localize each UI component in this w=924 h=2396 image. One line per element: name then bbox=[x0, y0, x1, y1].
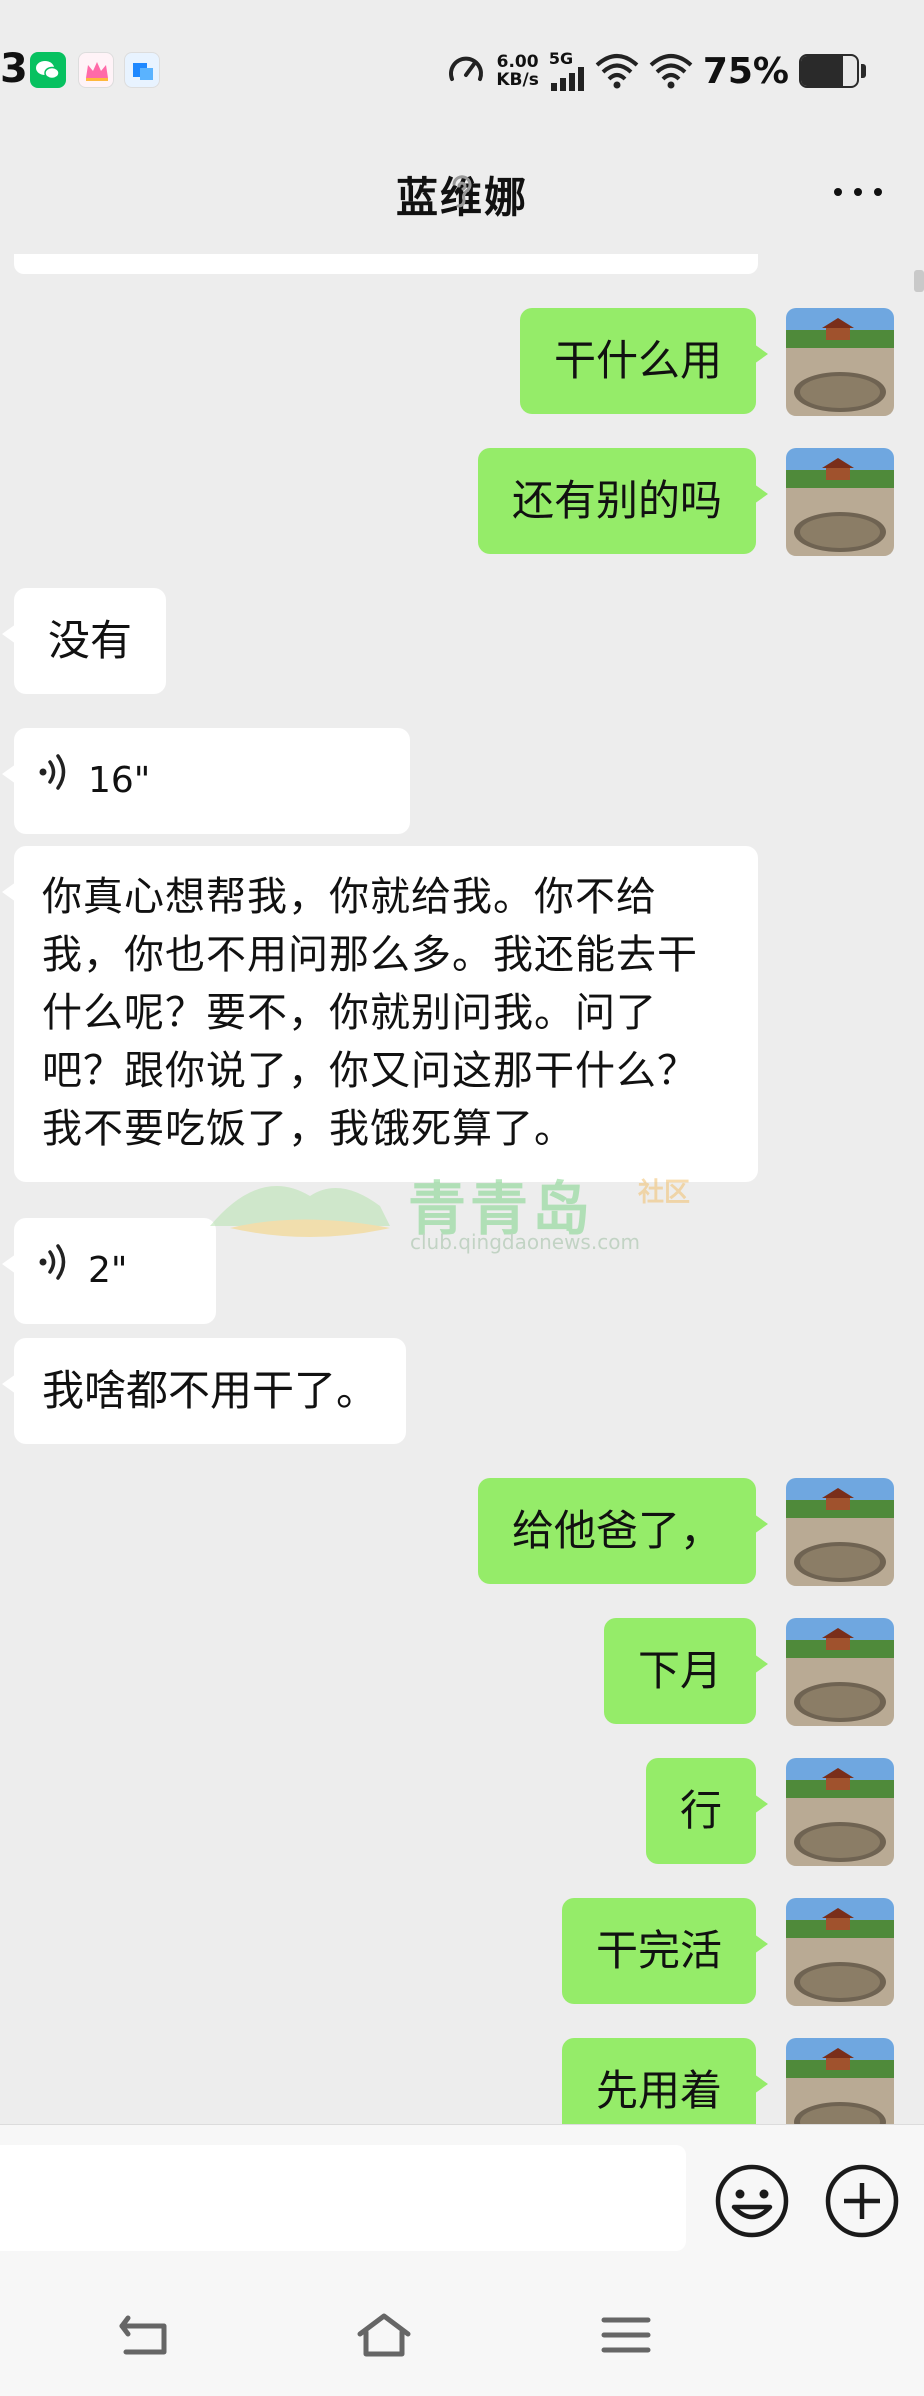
message-bubble-outgoing[interactable]: 给他爸了， bbox=[477, 1478, 769, 1584]
message-bubble-incoming[interactable]: 没有 bbox=[1, 588, 167, 694]
speed-value: 6.00 bbox=[496, 52, 539, 72]
message-bubble-incoming[interactable]: 你真心想帮我，你就给我。你不给我，你也不用问那么多。我还能去干什么呢？要不，你就… bbox=[2, 846, 758, 1182]
message-input[interactable] bbox=[0, 2145, 686, 2251]
message-row: 先用着 bbox=[0, 2038, 924, 2124]
more-icon[interactable] bbox=[834, 188, 882, 196]
status-left-text: 3 bbox=[0, 46, 28, 92]
chat-header: 蓝维娜 bbox=[0, 130, 924, 254]
wifi-icon-secondary bbox=[649, 53, 693, 89]
watermark-sub: 社区 bbox=[638, 1178, 691, 1208]
battery-icon bbox=[799, 54, 859, 88]
message-bubble-outgoing[interactable]: 还有别的吗 bbox=[477, 448, 769, 554]
voice-duration: 2" bbox=[88, 1250, 128, 1291]
avatar[interactable] bbox=[786, 1478, 894, 1586]
message-row: 下月 bbox=[0, 1618, 924, 1726]
message-row: 给他爸了， bbox=[0, 1478, 924, 1586]
avatar[interactable] bbox=[786, 1618, 894, 1726]
ear-icon bbox=[446, 170, 476, 214]
blue-app-icon bbox=[124, 52, 160, 88]
avatar[interactable] bbox=[786, 1898, 894, 2006]
status-bar: 3 6.00 KB/s 5G 75% bbox=[0, 0, 924, 130]
plus-icon[interactable] bbox=[824, 2163, 900, 2239]
speed-unit: KB/s bbox=[496, 70, 539, 90]
speedometer-icon bbox=[446, 51, 486, 91]
message-bubble-outgoing[interactable]: 先用着 bbox=[561, 2038, 769, 2124]
message-row: 16" bbox=[0, 728, 924, 836]
wifi-icon bbox=[595, 53, 639, 89]
emoji-icon[interactable] bbox=[714, 2163, 790, 2239]
network-type: 5G bbox=[548, 49, 574, 68]
watermark: 青青岛 社区 club.qingdaonews.com bbox=[200, 1148, 720, 1268]
network-speed: 6.00 KB/s bbox=[496, 53, 538, 89]
message-bubble-incoming[interactable]: 我啥都不用干了。 bbox=[1, 1338, 407, 1444]
message-bubble-outgoing[interactable]: 干什么用 bbox=[519, 308, 769, 414]
message-row: 你真心想帮我，你就给我。你不给我，你也不用问那么多。我还能去干什么呢？要不，你就… bbox=[0, 846, 924, 1186]
watermark-url: club.qingdaonews.com bbox=[410, 1230, 640, 1254]
voice-message-bubble[interactable]: 2" bbox=[2, 1218, 216, 1324]
menu-icon[interactable] bbox=[596, 2310, 656, 2360]
voice-duration: 16" bbox=[88, 760, 151, 801]
avatar[interactable] bbox=[786, 2038, 894, 2124]
avatar[interactable] bbox=[786, 308, 894, 416]
message-row: 干什么用 bbox=[0, 308, 924, 416]
voice-message-bubble[interactable]: 16" bbox=[2, 728, 410, 834]
avatar[interactable] bbox=[786, 448, 894, 556]
message-bubble-outgoing[interactable]: 下月 bbox=[603, 1618, 769, 1724]
message-row: 我啥都不用干了。 bbox=[0, 1338, 924, 1446]
message-bubble-outgoing[interactable]: 行 bbox=[645, 1758, 769, 1864]
battery-cap bbox=[861, 64, 866, 78]
system-nav-bar bbox=[0, 2274, 924, 2396]
previous-message-bubble bbox=[14, 254, 758, 274]
message-row: 没有 bbox=[0, 588, 924, 696]
avatar[interactable] bbox=[786, 1758, 894, 1866]
voice-wave-icon bbox=[38, 752, 72, 810]
battery-percent: 75% bbox=[702, 50, 789, 92]
message-row: 干完活 bbox=[0, 1898, 924, 2006]
home-icon[interactable] bbox=[354, 2310, 414, 2360]
message-list[interactable]: 干什么用 还有别的吗 没有 16" 你真心想帮我，你就给我。你不给我，你也不用问… bbox=[0, 254, 924, 2124]
back-icon[interactable] bbox=[114, 2310, 174, 2360]
wechat-notification-icon bbox=[30, 52, 66, 88]
signal-icon bbox=[549, 67, 585, 91]
message-row: 还有别的吗 bbox=[0, 448, 924, 556]
input-bar bbox=[0, 2124, 924, 2274]
voice-wave-icon bbox=[38, 1242, 72, 1300]
crown-app-icon bbox=[78, 52, 114, 88]
message-row: 行 bbox=[0, 1758, 924, 1866]
scrollbar[interactable] bbox=[914, 270, 924, 292]
message-bubble-outgoing[interactable]: 干完活 bbox=[561, 1898, 769, 2004]
watermark-logo-icon bbox=[210, 1186, 390, 1237]
